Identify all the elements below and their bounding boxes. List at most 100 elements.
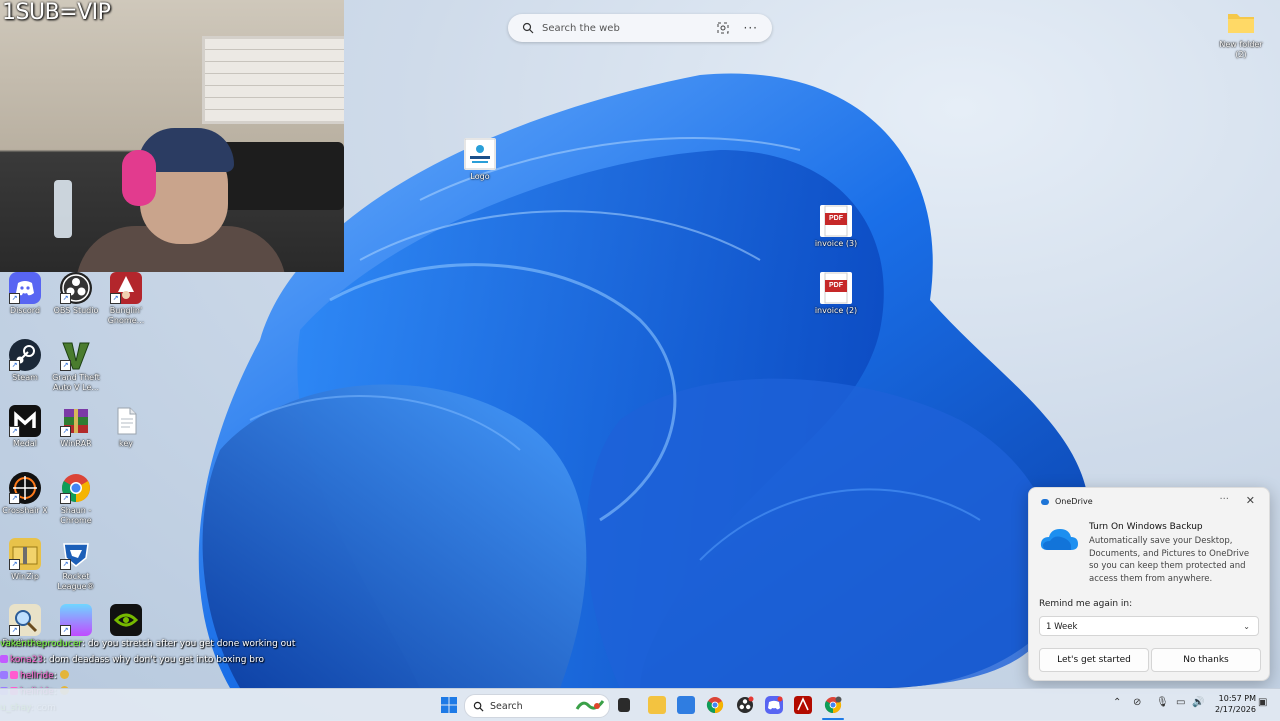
network-off-icon[interactable]: ⊘ (1133, 697, 1141, 708)
onedrive-icon (1041, 498, 1049, 505)
pdf-file-icon: PDF (820, 272, 852, 304)
image-file-icon (464, 138, 496, 170)
more-options-icon[interactable]: ··· (744, 21, 758, 35)
winzip-icon: ↗ (9, 538, 41, 570)
desktop-icon-medal[interactable]: ↗ Medal (0, 405, 53, 449)
file-explorer-icon[interactable] (648, 696, 666, 714)
onedrive-notification: OneDrive ··· ✕ Turn On Windows Backup Au… (1028, 487, 1270, 681)
chat-username: vakentheproducer (0, 639, 82, 649)
notification-body: Automatically save your Desktop, Documen… (1089, 536, 1250, 584)
desktop-icon-label: Logo (470, 172, 490, 181)
desktop-icon-bunglin[interactable]: ↗ Bunglin' Gnome... (98, 272, 154, 326)
search-placeholder[interactable]: Search the web (542, 23, 716, 34)
desktop-icon-gta[interactable]: ↗ Grand Theft Auto V Le... (48, 339, 104, 393)
task-view-icon[interactable] (618, 698, 630, 712)
system-clock[interactable]: 10:57 PM 2/17/2026 (1208, 693, 1256, 715)
pdf-label: PDF (829, 282, 843, 289)
taskbar: Search ⌃ ⊘ 🎙 ▭ 🔊 10:57 PM 2/17/2026 ▣ (0, 688, 1280, 721)
obs-icon: ↗ (60, 272, 92, 304)
room-window (202, 36, 344, 124)
lets-get-started-button[interactable]: Let's get started (1039, 648, 1149, 672)
chat-message: kona23: dom deadass why don't you get in… (0, 652, 420, 668)
more-options-icon[interactable]: ··· (1219, 494, 1229, 505)
desktop-icon-label: New folder (2) (1219, 40, 1263, 59)
chat-username: kona23 (10, 655, 44, 665)
visual-search-icon[interactable] (716, 21, 730, 35)
desktop-icon-discord[interactable]: ↗ Discord (0, 272, 53, 316)
microphone-icon[interactable]: 🎙 (1156, 697, 1169, 708)
nvidia-icon (110, 604, 142, 636)
chat-username: hellride (20, 671, 54, 681)
desktop-icon-label: Shaun - Chrome (60, 506, 92, 525)
close-icon[interactable]: ✕ (1246, 494, 1255, 507)
desktop-icon-label: WinZip (11, 572, 39, 581)
chrome-profile-taskbar-icon[interactable] (824, 696, 842, 714)
desktop-icon-fall-guys[interactable]: ↗ (48, 604, 104, 636)
desktop-icon-invoice-3[interactable]: PDF invoice (3) (808, 205, 864, 249)
desktop-icon-label: OBS Studio (53, 306, 99, 315)
emote-icon (59, 670, 69, 679)
web-search-bar[interactable]: Search the web ··· (508, 14, 772, 42)
desktop-icon-shaun-chrome[interactable]: ↗ Shaun - Chrome (48, 472, 104, 526)
desktop-icon-invoice-2[interactable]: PDF invoice (2) (808, 272, 864, 316)
desktop-icon-label: Grand Theft Auto V Le... (52, 373, 100, 392)
desktop-icon-crosshair[interactable]: ↗ Crosshair X (0, 472, 53, 516)
remind-label: Remind me again in: (1039, 599, 1133, 609)
chat-badge-icon (10, 671, 18, 679)
text-file-icon (110, 405, 142, 437)
start-button-icon[interactable] (440, 696, 458, 714)
notification-title: Turn On Windows Backup (1089, 522, 1203, 532)
show-hidden-icons-chevron-icon[interactable]: ⌃ (1113, 697, 1121, 708)
desktop-icon-new-folder[interactable]: New folder (2) (1213, 6, 1269, 60)
rocket-league-icon: ↗ (60, 538, 92, 570)
desktop-icon-label: invoice (2) (814, 306, 858, 315)
desktop-icon-label: Crosshair X (2, 506, 48, 515)
webcam-overlay (0, 0, 344, 272)
winrar-icon: ↗ (60, 405, 92, 437)
desktop-icon-obs[interactable]: ↗ OBS Studio (48, 272, 104, 316)
notification-app-name: OneDrive (1055, 497, 1093, 506)
desktop-icon-steam[interactable]: ↗ Steam (0, 339, 53, 383)
clock-time: 10:57 PM (1218, 694, 1256, 703)
gta-icon: ↗ (60, 339, 92, 371)
taskbar-search-label: Search (490, 700, 523, 712)
chat-text: do you stretch after you get done workin… (84, 639, 296, 649)
discord-taskbar-icon[interactable] (765, 696, 783, 714)
magnifier-app-icon: ↗ (9, 604, 41, 636)
search-highlight-icon (575, 700, 605, 710)
desktop-icon-label: Rocket League® (57, 572, 95, 591)
chevron-down-icon: ⌄ (1243, 622, 1250, 631)
water-bottle (54, 180, 72, 238)
chat-badge-icon (0, 671, 8, 679)
folder-icon (1225, 6, 1257, 38)
chrome-taskbar-icon[interactable] (706, 696, 724, 714)
chat-separator: : (53, 671, 57, 681)
notification-bell-icon[interactable]: ▣ (1258, 697, 1267, 708)
desktop-icon-label: WinRAR (60, 439, 92, 448)
onedrive-cloud-icon (1040, 529, 1078, 550)
desktop-icon-label: key (118, 439, 133, 448)
no-thanks-button[interactable]: No thanks (1151, 648, 1261, 672)
desktop-icon-rocket-league[interactable]: ↗ Rocket League® (48, 538, 104, 592)
desktop-icon-nvidia[interactable] (98, 604, 154, 636)
search-icon (522, 22, 534, 34)
fall-guys-icon: ↗ (60, 604, 92, 636)
pdf-file-icon: PDF (820, 205, 852, 237)
chrome-icon: ↗ (60, 472, 92, 504)
volume-icon[interactable]: 🔊 (1192, 697, 1204, 708)
desktop-icon-winrar[interactable]: ↗ WinRAR (48, 405, 104, 449)
acrobat-taskbar-icon[interactable] (794, 696, 812, 714)
crosshair-icon: ↗ (9, 472, 41, 504)
remind-interval-select[interactable]: 1 Week ⌄ (1039, 616, 1259, 636)
wifi-icon[interactable]: ▭ (1176, 697, 1185, 708)
notification-header: OneDrive (1041, 497, 1093, 506)
desktop-icon-label: Steam (12, 373, 38, 382)
obs-taskbar-icon[interactable] (736, 696, 754, 714)
desktop-icon-winzip[interactable]: ↗ WinZip (0, 538, 53, 582)
desktop-icon-key[interactable]: key (98, 405, 154, 449)
taskbar-search-box[interactable]: Search (464, 694, 610, 718)
microsoft-store-icon[interactable] (677, 696, 695, 714)
desktop-icon-logo[interactable]: Logo (452, 138, 508, 182)
discord-icon: ↗ (9, 272, 41, 304)
desktop-icon-label: Bunglin' Gnome... (107, 306, 145, 325)
